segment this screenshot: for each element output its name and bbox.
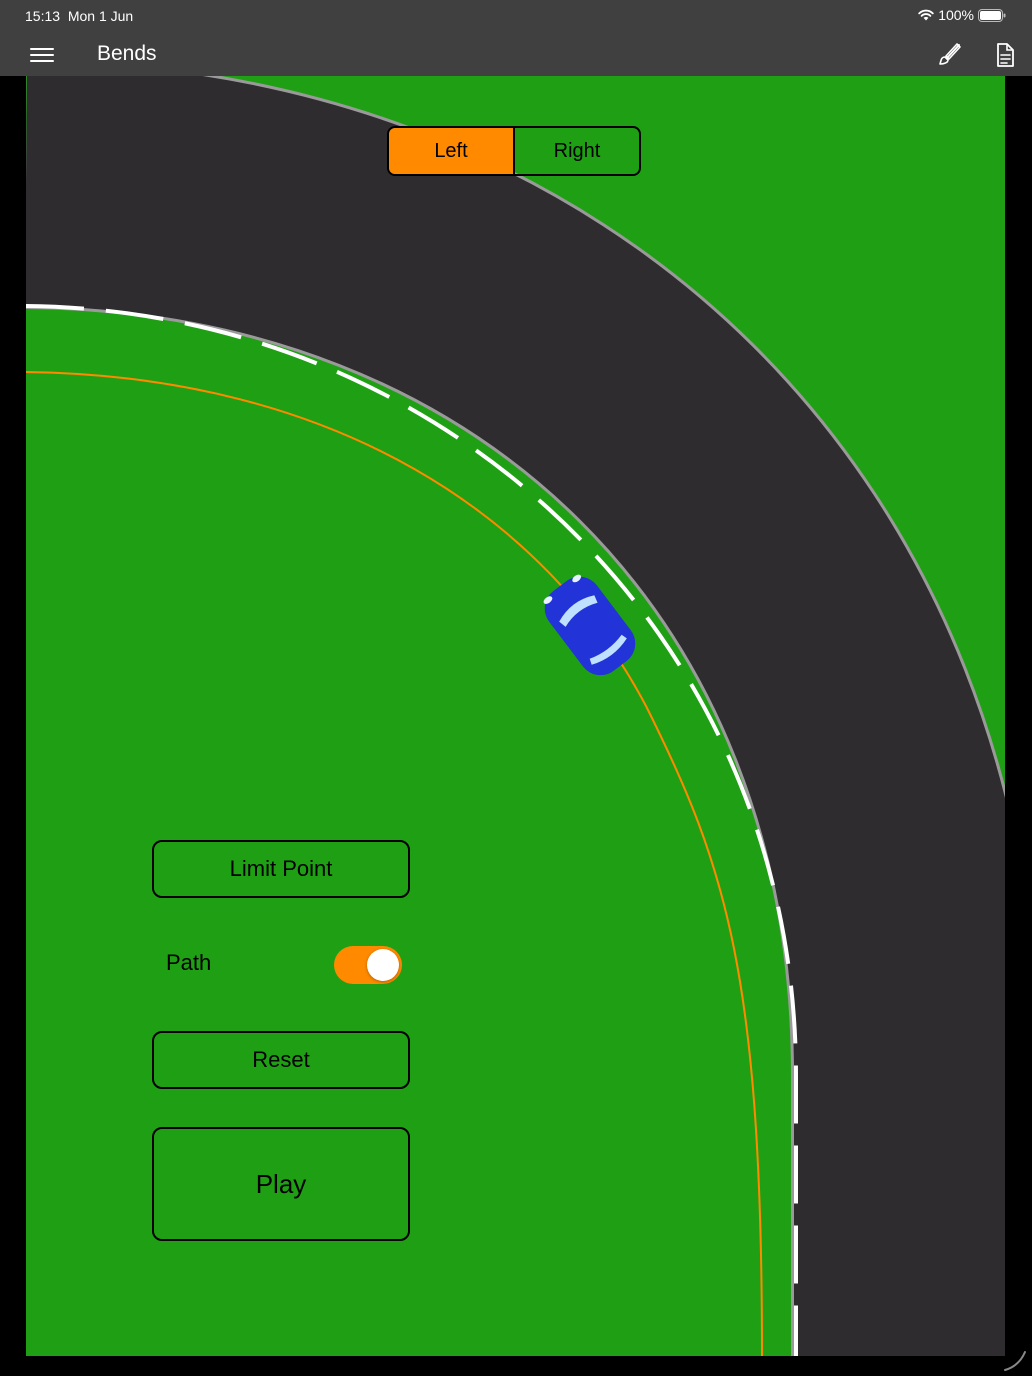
date-text: Mon 1 Jun xyxy=(67,8,134,24)
battery-icon xyxy=(978,8,1006,22)
road-canvas: Left Right Limit Point Path Reset Play xyxy=(26,76,1005,1356)
car xyxy=(543,574,636,676)
segment-right[interactable]: Right xyxy=(513,128,639,174)
navigation-bar: Bends xyxy=(0,32,1032,76)
time-text: 15:13 xyxy=(25,8,61,24)
reset-button[interactable]: Reset xyxy=(152,1031,410,1089)
document-icon[interactable] xyxy=(992,42,1018,68)
resize-handle-icon xyxy=(1004,1351,1026,1371)
paintbrush-icon[interactable] xyxy=(936,42,962,68)
battery-percent: 100% xyxy=(938,7,974,23)
hamburger-menu-button[interactable] xyxy=(30,44,54,64)
status-time: 15:13 Mon 1 Jun xyxy=(25,8,133,24)
status-right: 100% xyxy=(918,7,1006,23)
status-bar: 15:13 Mon 1 Jun 100% xyxy=(0,0,1032,32)
path-toggle[interactable] xyxy=(334,946,402,984)
limit-point-button[interactable]: Limit Point xyxy=(152,840,410,898)
path-label: Path xyxy=(166,950,212,975)
car-body xyxy=(544,576,636,676)
segment-left[interactable]: Left xyxy=(389,128,513,174)
wifi-icon xyxy=(918,9,934,21)
play-button[interactable]: Play xyxy=(152,1127,410,1241)
toggle-knob xyxy=(367,949,399,981)
page-title: Bends xyxy=(97,42,157,65)
direction-segmented-control: Left Right xyxy=(387,126,641,176)
